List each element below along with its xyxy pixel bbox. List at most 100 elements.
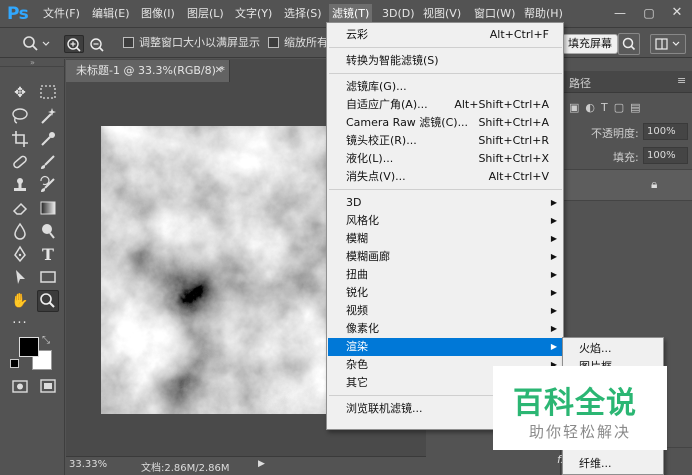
photoshop-logo: Ps [7,4,29,24]
menu-item-blur-gallery[interactable]: 模糊画廊 ▶ [328,248,563,266]
submenu-item-flame[interactable]: 火焰... [579,340,612,358]
workspace-switcher-icon[interactable] [650,34,686,54]
blur-tool-icon[interactable] [9,221,31,243]
gradient-tool-icon[interactable] [37,198,59,220]
submenu-arrow-icon: ▶ [550,306,557,315]
clone-stamp-tool-icon[interactable] [9,175,31,197]
rectangle-tool-icon[interactable] [37,267,59,289]
eraser-tool-icon[interactable] [9,198,31,220]
menu-window[interactable]: 窗口(W) [471,4,518,24]
menu-item-blur[interactable]: 模糊 ▶ [328,230,563,248]
hand-tool-icon[interactable]: ✋ [9,290,31,312]
close-tab-icon[interactable]: ✕ [215,60,223,82]
menu-separator [329,189,562,190]
menu-3d[interactable]: 3D(D) [379,4,418,24]
menu-item-filter-gallery[interactable]: 滤镜库(G)... [328,78,563,96]
menu-item-stylize[interactable]: 风格化 ▶ [328,212,563,230]
toolbar-grip[interactable]: » [0,59,65,67]
menu-type[interactable]: 文字(Y) [232,4,275,24]
menu-help[interactable]: 帮助(H) [521,4,566,24]
eyedropper-tool-icon[interactable] [37,129,59,151]
paths-tab[interactable]: 路径 [569,75,591,91]
zoom-all-checkbox[interactable] [268,37,279,48]
menu-item-convert-smart-filter[interactable]: 转换为智能滤镜(S) [328,52,563,70]
magic-wand-tool-icon[interactable] [37,106,59,128]
close-icon[interactable]: ✕ [669,4,685,22]
menu-select[interactable]: 选择(S) [281,4,325,24]
swap-colors-icon[interactable]: ⤡ [42,335,50,346]
foreground-color-swatch[interactable] [19,337,39,357]
opacity-label: 不透明度: [591,127,639,140]
menu-image[interactable]: 图像(I) [138,4,178,24]
submenu-arrow-icon: ▶ [550,234,557,243]
menu-separator [329,47,562,48]
menu-layer[interactable]: 图层(L) [184,4,227,24]
document-tab[interactable]: 未标题-1 @ 33.3%(RGB/8) * ✕ [66,60,230,82]
fill-field[interactable]: 100% [643,147,688,164]
lasso-tool-icon[interactable] [9,106,31,128]
menu-item-pixelate[interactable]: 像素化 ▶ [328,320,563,338]
zoom-level-field[interactable]: 33.33% [69,459,107,470]
layer-filter-icons[interactable]: ▣◐T▢▤ [569,101,647,114]
menu-view[interactable]: 视图(V) [420,4,464,24]
type-tool-icon[interactable]: T [37,244,59,266]
watermark-logo: 百科全说 助你轻松解决 [493,366,667,450]
watermark-subtitle: 助你轻松解决 [529,423,632,441]
status-bar: 33.33% 文档:2.86M/2.86M ▶ [66,456,426,475]
zoom-in-icon[interactable] [64,35,84,53]
submenu-item-fibers[interactable]: 纤维... [579,455,612,473]
screen-mode-icon[interactable] [37,376,59,398]
watermark-title: 百科全说 [513,386,637,421]
menu-item-clouds[interactable]: 云彩 Alt+Ctrl+F [328,26,563,44]
menu-file[interactable]: 文件(F) [40,4,83,24]
menu-item-sharpen[interactable]: 锐化 ▶ [328,284,563,302]
menu-item-adaptive-wide-angle[interactable]: 自适应广角(A)... Alt+Shift+Ctrl+A [328,96,563,114]
document-size-info: 文档:2.86M/2.86M [141,463,230,474]
opacity-field[interactable]: 100% [643,123,688,140]
menu-item-3d[interactable]: 3D ▶ [328,194,563,212]
tools-panel: » ✥ T ✋ ··· ⤡ [0,59,65,475]
submenu-arrow-icon: ▶ [550,216,557,225]
zoom-out-icon[interactable] [87,35,107,53]
path-selection-tool-icon[interactable] [9,267,31,289]
zoom-tool-icon[interactable] [37,290,59,312]
zoom-tool-preset-icon[interactable] [20,34,52,54]
minimize-icon[interactable]: — [612,4,628,22]
layer-row[interactable]: 🔒︎ [561,169,692,201]
dodge-tool-icon[interactable] [37,221,59,243]
crop-tool-icon[interactable] [9,129,31,151]
resize-windows-checkbox[interactable] [123,37,134,48]
brush-tool-icon[interactable] [37,152,59,174]
menu-filter[interactable]: 滤镜(T) [329,4,373,24]
status-menu-arrow-icon[interactable]: ▶ [258,459,265,469]
default-colors-icon[interactable] [10,359,19,368]
menu-item-liquify[interactable]: 液化(L)... Shift+Ctrl+X [328,150,563,168]
marquee-tool-icon[interactable] [37,82,59,104]
search-icon[interactable] [618,33,640,55]
fill-screen-button[interactable]: 填充屏幕 [562,34,618,54]
pen-tool-icon[interactable] [9,244,31,266]
menu-item-render[interactable]: 渲染 ▶ [328,338,563,356]
history-brush-tool-icon[interactable] [37,175,59,197]
submenu-arrow-icon: ▶ [550,198,557,207]
menu-separator [329,73,562,74]
menu-item-video[interactable]: 视频 ▶ [328,302,563,320]
menu-edit[interactable]: 编辑(E) [89,4,133,24]
edit-toolbar-icon[interactable]: ··· [9,313,31,335]
maximize-icon[interactable]: ▢ [641,4,657,22]
panel-menu-icon[interactable]: ≡ [677,74,686,87]
move-tool-icon[interactable]: ✥ [9,82,31,104]
submenu-arrow-icon: ▶ [550,252,557,261]
menu-item-vanishing-point[interactable]: 消失点(V)... Alt+Ctrl+V [328,168,563,186]
document-canvas[interactable] [101,126,344,414]
submenu-arrow-icon: ▶ [550,270,557,279]
submenu-arrow-icon: ▶ [550,324,557,333]
menu-item-lens-correction[interactable]: 镜头校正(R)... Shift+Ctrl+R [328,132,563,150]
healing-brush-tool-icon[interactable] [9,152,31,174]
menu-item-camera-raw[interactable]: Camera Raw 滤镜(C)... Shift+Ctrl+A [328,114,563,132]
quick-mask-icon[interactable] [9,376,31,398]
resize-windows-label: 调整窗口大小以满屏显示 [139,36,260,49]
panel-tab-row: 路径 ≡ [561,71,692,93]
lock-icon: 🔒︎ [651,177,658,191]
menu-item-distort[interactable]: 扭曲 ▶ [328,266,563,284]
